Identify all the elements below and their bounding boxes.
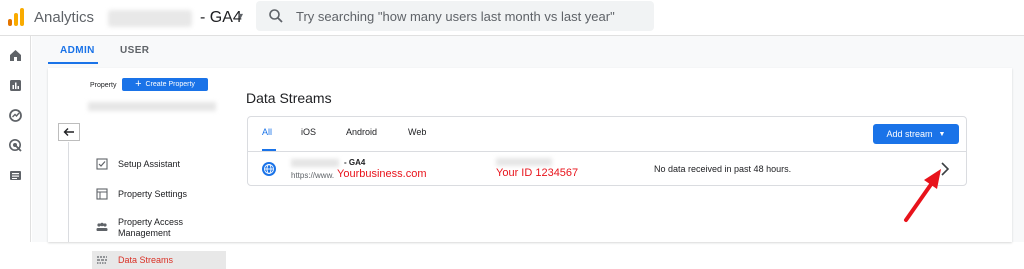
filter-ios[interactable]: iOS (301, 127, 316, 137)
id-annotation: Your ID 1234567 (496, 167, 579, 179)
nav-setup-assistant[interactable]: Setup Assistant (92, 158, 226, 172)
back-button[interactable] (58, 123, 80, 141)
nav-label: Setup Assistant (118, 159, 181, 169)
tab-admin[interactable]: ADMIN (60, 45, 95, 56)
configure-icon[interactable] (8, 168, 23, 183)
page-title: Data Streams (246, 90, 332, 106)
nav-label: Property Settings (118, 189, 188, 199)
reports-icon[interactable] (8, 78, 23, 93)
stream-url-prefix: https://www. (291, 171, 335, 180)
account-name-redacted[interactable] (108, 10, 192, 27)
nav-label: Property Access Management (118, 217, 184, 238)
people-icon (96, 222, 108, 231)
advertising-icon[interactable] (8, 138, 23, 153)
nav-label: Data Streams (118, 255, 174, 265)
nav-data-streams[interactable]: Data Streams (92, 251, 226, 269)
active-tab-indicator (48, 62, 98, 64)
filter-android[interactable]: Android (346, 127, 377, 137)
add-stream-label: Add stream (886, 129, 933, 139)
search-bar[interactable] (256, 1, 654, 31)
tab-user[interactable]: USER (120, 45, 149, 56)
nav-property-settings[interactable]: Property Settings (92, 188, 226, 202)
plus-icon: + (135, 78, 142, 90)
create-property-button[interactable]: + Create Property (122, 78, 208, 91)
settings-page-icon (96, 188, 108, 200)
globe-icon (262, 162, 276, 176)
filter-web[interactable]: Web (408, 127, 426, 137)
url-annotation: Yourbusiness.com (337, 168, 427, 180)
nav-property-access-management[interactable]: Property Access Management (92, 216, 226, 240)
search-input[interactable] (296, 8, 636, 24)
stream-status: No data received in past 48 hours. (654, 164, 792, 174)
caret-down-icon[interactable]: ▾ (238, 11, 243, 22)
data-streams-icon (97, 256, 107, 264)
admin-panel: Property + Create Property Setup Assista… (48, 68, 1012, 269)
stream-id-redacted (496, 158, 552, 166)
arrow-left-icon (63, 128, 74, 136)
left-rail (0, 36, 31, 242)
search-icon (269, 9, 283, 23)
caret-down-icon: ▼ (938, 130, 946, 138)
property-label: Property (90, 82, 117, 89)
stream-row[interactable]: - GA4 https://www. Yourbusiness.com Your… (248, 152, 966, 186)
annotation-arrow-icon (904, 169, 941, 222)
explore-icon[interactable] (8, 108, 23, 123)
admin-user-tabs: ADMIN USER (32, 36, 1024, 64)
property-selector-redacted[interactable] (88, 102, 216, 111)
filter-all[interactable]: All (262, 127, 272, 137)
data-streams-card: All iOS Android Web Add stream ▼ - GA4 h… (247, 116, 967, 186)
stream-name: - GA4 (344, 158, 366, 167)
home-icon[interactable] (8, 48, 23, 63)
create-property-label: Create Property (145, 81, 195, 88)
account-selector[interactable]: - GA4 (200, 9, 242, 27)
add-stream-button[interactable]: Add stream ▼ (873, 124, 959, 144)
top-bar: Analytics - GA4 ▾ (0, 0, 1024, 36)
analytics-logo-icon[interactable] (8, 8, 26, 26)
nav-divider (68, 142, 69, 242)
main-area: ADMIN USER Property + Create Property Se… (32, 36, 1024, 269)
stream-name-redacted (291, 159, 339, 167)
checkbox-icon (96, 158, 108, 170)
app-name: Analytics (34, 9, 95, 26)
